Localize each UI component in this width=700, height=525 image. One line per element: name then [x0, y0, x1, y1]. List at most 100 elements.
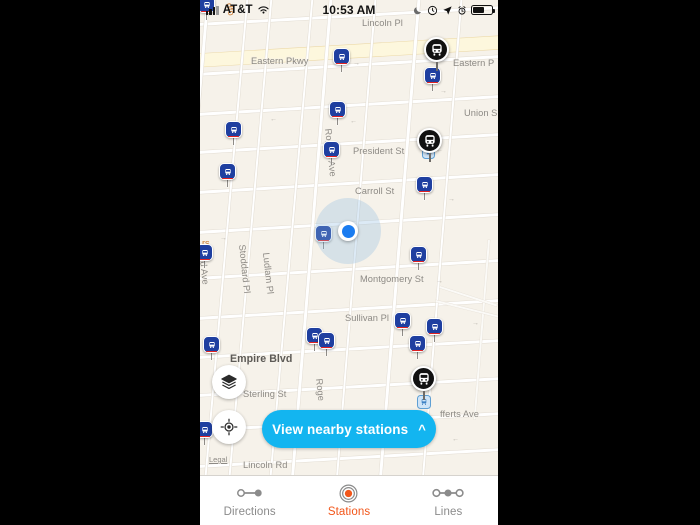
bus-stop-marker[interactable]	[318, 332, 335, 356]
phone-viewport: Lincoln Pl Eastern Pkwy Eastern P Union …	[200, 0, 498, 525]
road-president-st	[200, 131, 498, 155]
bus-stop-marker[interactable]	[219, 163, 236, 187]
alarm-clock-icon	[458, 5, 466, 15]
bottom-tab-bar: Directions Stations Lines	[200, 475, 498, 525]
marker-stem	[203, 438, 206, 445]
bus-stop-marker[interactable]	[394, 312, 411, 336]
marker-stem	[417, 263, 420, 270]
marker-stem	[226, 180, 229, 187]
marker-stem	[330, 158, 333, 165]
marker-stem	[313, 344, 316, 351]
subway-station-marker[interactable]	[411, 366, 436, 400]
bus-stop-marker[interactable]	[426, 318, 443, 342]
marker-stem	[232, 138, 235, 145]
bus-icon	[219, 163, 236, 180]
bus-stop-marker[interactable]	[333, 48, 350, 72]
moon-icon	[413, 6, 421, 14]
bus-stop-marker[interactable]	[225, 121, 242, 145]
bus-icon	[225, 121, 242, 138]
bus-icon	[426, 318, 443, 335]
bus-icon	[333, 48, 350, 65]
map-label: Eastern P	[453, 58, 495, 68]
marker-stem	[401, 329, 404, 336]
bus-stop-marker[interactable]	[203, 336, 220, 360]
marker-stem	[416, 352, 419, 359]
status-bar: AT&T 10:53 AM	[200, 0, 498, 20]
marker-stem	[423, 193, 426, 200]
bus-stop-marker[interactable]	[409, 335, 426, 359]
map-label: President St	[353, 146, 405, 156]
map-label: Sterling St	[243, 389, 287, 399]
location-dot	[341, 224, 355, 238]
map-label: Empire Blvd	[230, 353, 293, 365]
map-label: Carroll St	[355, 186, 395, 196]
subway-station-marker[interactable]	[424, 37, 449, 71]
bus-stop-marker[interactable]	[410, 246, 427, 270]
lines-route-icon	[431, 483, 465, 503]
bus-stop-marker[interactable]	[329, 101, 346, 125]
tab-lines[interactable]: Lines	[399, 476, 498, 525]
bus-icon	[203, 336, 220, 353]
tab-label: Stations	[327, 506, 371, 518]
bus-icon	[318, 332, 335, 349]
bus-icon	[323, 141, 340, 158]
bus-stop-marker[interactable]	[200, 421, 213, 445]
bus-icon	[329, 101, 346, 118]
marker-stem	[428, 153, 431, 162]
bus-icon	[200, 421, 213, 438]
chevron-up-icon: ^	[418, 421, 426, 437]
map-label: fferts Ave	[440, 409, 479, 419]
location-arrow-icon	[443, 5, 452, 15]
bus-icon	[410, 246, 427, 263]
road-side-1	[473, 240, 490, 420]
map-label: Sullivan Pl	[345, 313, 389, 323]
view-nearby-stations-button[interactable]: View nearby stations ^	[262, 410, 436, 448]
tab-directions[interactable]: Directions	[200, 476, 299, 525]
subway-train-icon	[411, 366, 436, 391]
map-label: Lincoln Rd	[243, 460, 288, 470]
map-canvas[interactable]: Lincoln Pl Eastern Pkwy Eastern P Union …	[200, 0, 498, 475]
marker-stem	[340, 65, 343, 72]
station-target-icon	[339, 483, 358, 503]
subway-station-marker[interactable]	[417, 128, 442, 162]
marker-stem	[431, 84, 434, 91]
bus-icon	[416, 176, 433, 193]
orientation-lock-icon	[427, 5, 438, 15]
subway-train-icon	[424, 37, 449, 62]
marker-stem	[422, 391, 425, 400]
bus-stop-marker[interactable]	[323, 141, 340, 165]
screen: Lincoln Pl Eastern Pkwy Eastern P Union …	[0, 0, 700, 525]
map-label: Ludlam Pl	[261, 252, 276, 295]
marker-stem	[435, 62, 438, 71]
locate-button[interactable]	[212, 410, 246, 444]
battery-icon	[471, 4, 495, 16]
bus-icon	[409, 335, 426, 352]
bus-icon	[200, 244, 213, 261]
marker-stem	[336, 118, 339, 125]
road-nostrand-2	[377, 0, 422, 475]
layers-button[interactable]	[212, 365, 246, 399]
map-label: Union S	[464, 108, 498, 118]
map-label: Montgomery St	[360, 274, 424, 284]
status-right	[413, 4, 495, 16]
marker-stem	[203, 261, 206, 268]
legal-link[interactable]: Legal	[209, 455, 227, 464]
tab-label: Directions	[223, 506, 276, 518]
road-nostrand-ave	[267, 0, 316, 475]
tab-stations[interactable]: Stations	[299, 476, 398, 525]
bus-icon	[394, 312, 411, 329]
map-label: Eastern Pkwy	[251, 56, 309, 66]
marker-stem	[325, 349, 328, 356]
tab-label: Lines	[434, 506, 463, 518]
nearby-button-label: View nearby stations	[272, 421, 409, 437]
bus-stop-marker[interactable]	[416, 176, 433, 200]
bus-stop-marker[interactable]	[200, 244, 213, 268]
road-carroll-st	[200, 171, 498, 195]
locate-icon	[220, 418, 238, 436]
subway-train-icon	[417, 128, 442, 153]
marker-stem	[210, 353, 213, 360]
layers-icon	[221, 374, 237, 390]
directions-route-icon	[235, 483, 265, 503]
marker-stem	[433, 335, 436, 342]
map-label: Roge	[314, 378, 327, 402]
